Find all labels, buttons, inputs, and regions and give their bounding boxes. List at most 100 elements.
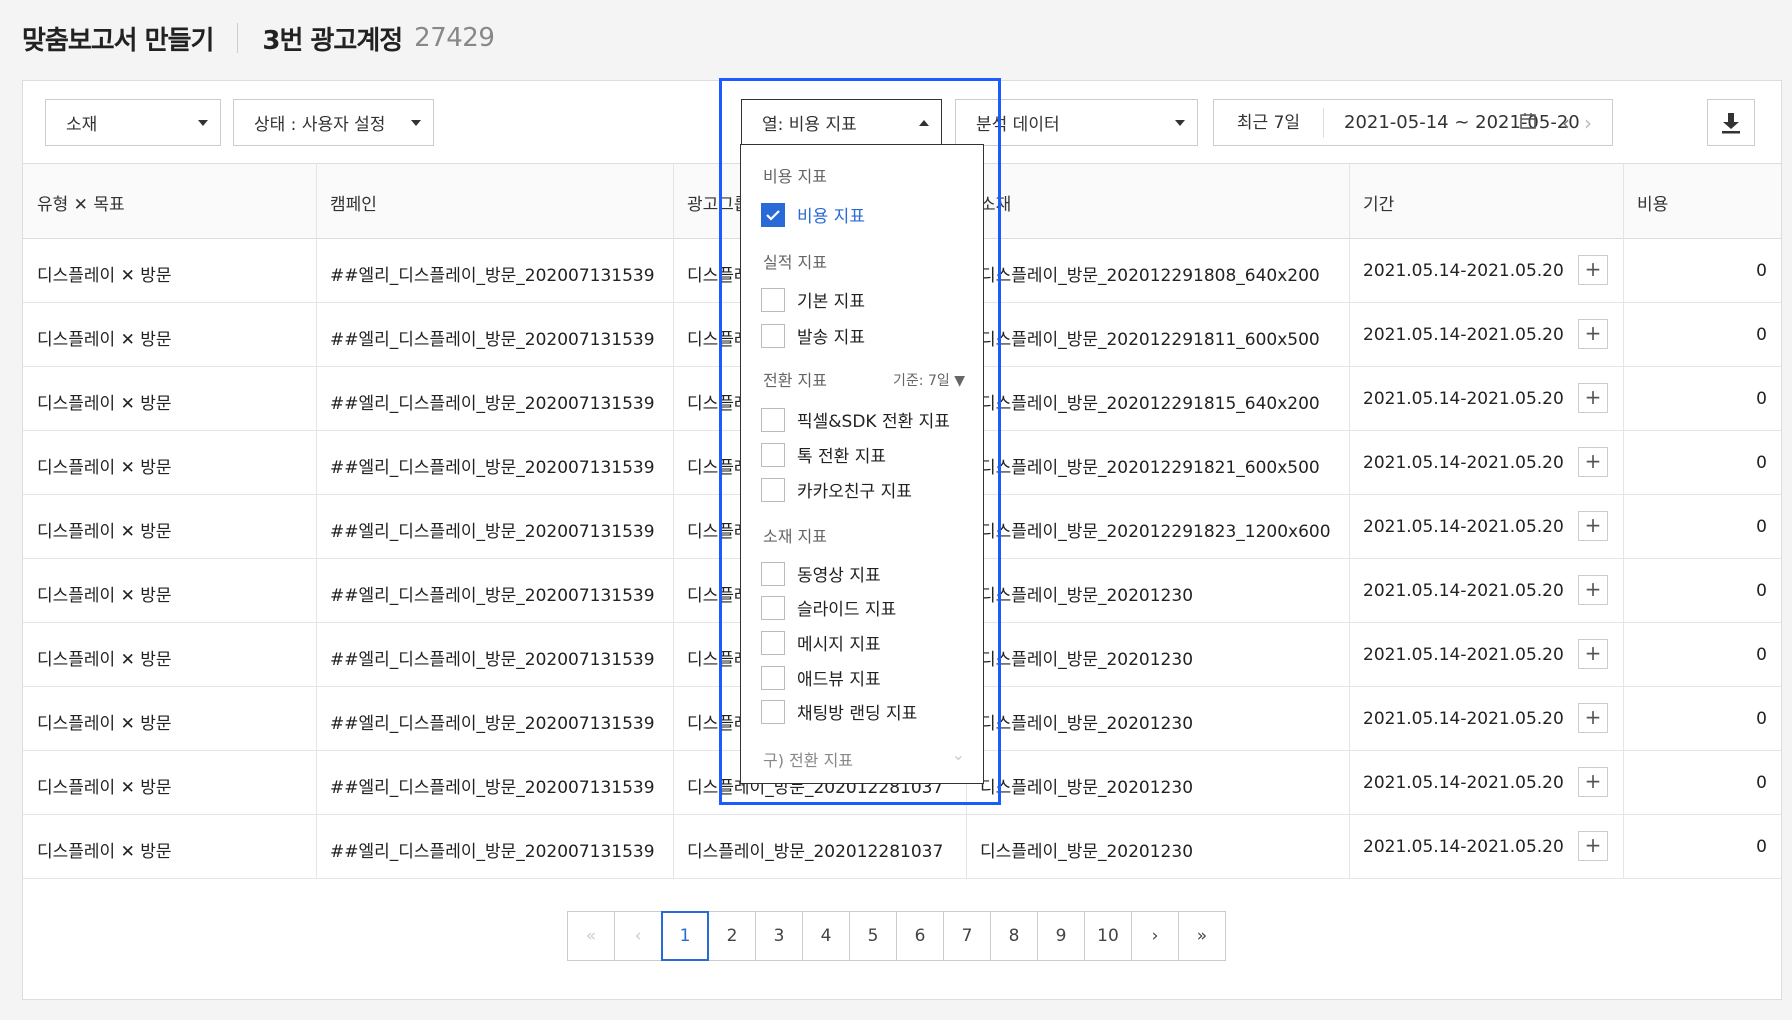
checkbox-talk[interactable]: 톡 전환 지표 bbox=[761, 442, 886, 467]
cell-campaign: ##엘리_디스플레이_방문_202007131539 bbox=[330, 714, 655, 734]
checkbox-checked[interactable] bbox=[761, 202, 785, 227]
date-range: 2021-05-14 ~ 2021-05-20 bbox=[1344, 112, 1580, 133]
checkbox[interactable] bbox=[761, 630, 785, 655]
checkbox-label: 픽셀&SDK 전환 지표 bbox=[797, 412, 950, 432]
page-button[interactable]: 2 bbox=[708, 911, 756, 961]
expand-period-button[interactable]: + bbox=[1578, 703, 1608, 733]
page-header: 맞춤보고서 만들기 3번 광고계정 27429 bbox=[22, 18, 495, 58]
next-page-button[interactable]: › bbox=[1131, 911, 1179, 961]
checkbox[interactable] bbox=[761, 442, 785, 467]
check-icon bbox=[766, 209, 780, 221]
checkbox[interactable] bbox=[761, 699, 785, 724]
expand-period-button[interactable]: + bbox=[1578, 447, 1608, 477]
checkbox-label: 기본 지표 bbox=[797, 292, 865, 312]
status-select[interactable]: 상태 : 사용자 설정 bbox=[233, 99, 434, 146]
table-row: 디스플레이 ✕ 방문 ##엘리_디스플레이_방문_202007131539 디스플레… bbox=[23, 815, 1781, 879]
cell-type: 디스플레이 ✕ 방문 bbox=[37, 330, 172, 350]
checkbox[interactable] bbox=[761, 595, 785, 620]
cell-campaign: ##엘리_디스플레이_방문_202007131539 bbox=[330, 522, 655, 542]
analysis-select[interactable]: 분석 데이터 bbox=[955, 99, 1198, 146]
pagination: « ‹ 1 2 3 4 5 6 7 8 9 10 › » bbox=[567, 911, 1226, 961]
chevron-left-icon[interactable]: ‹ bbox=[1562, 111, 1570, 135]
checkbox-basic[interactable]: 기본 지표 bbox=[761, 287, 865, 312]
column-divider bbox=[1623, 163, 1624, 879]
date-preset[interactable]: 최근 7일 bbox=[1214, 107, 1324, 138]
checkbox-adview[interactable]: 애드뷰 지표 bbox=[761, 665, 881, 690]
columns-select[interactable]: 열: 비용 지표 bbox=[741, 99, 942, 146]
cell-campaign: ##엘리_디스플레이_방문_202007131539 bbox=[330, 650, 655, 670]
checkbox-label: 메시지 지표 bbox=[797, 635, 881, 655]
checkbox[interactable] bbox=[761, 665, 785, 690]
cell-creative: 디스플레이_방문_202012291821_600x500 bbox=[980, 458, 1320, 478]
expand-period-button[interactable]: + bbox=[1578, 831, 1608, 861]
expand-period-button[interactable]: + bbox=[1578, 511, 1608, 541]
expand-period-button[interactable]: + bbox=[1578, 575, 1608, 605]
expand-period-button[interactable]: + bbox=[1578, 639, 1608, 669]
conversion-basis-select[interactable]: 기준: 7일 ▼ bbox=[893, 370, 965, 390]
checkbox[interactable] bbox=[761, 477, 785, 502]
level-select[interactable]: 소재 bbox=[45, 99, 221, 146]
cell-cost: 0 bbox=[1756, 837, 1767, 857]
column-header-period: 기간 bbox=[1363, 195, 1395, 215]
expand-period-button[interactable]: + bbox=[1578, 767, 1608, 797]
checkbox-slide[interactable]: 슬라이드 지표 bbox=[761, 595, 896, 620]
section-conversion: 전환 지표 bbox=[763, 371, 827, 390]
first-page-button[interactable]: « bbox=[567, 911, 615, 961]
cell-creative: 디스플레이_방문_202012291823_1200x600 bbox=[980, 522, 1331, 542]
cell-type: 디스플레이 ✕ 방문 bbox=[37, 842, 172, 862]
page-button[interactable]: 8 bbox=[990, 911, 1038, 961]
section-cost: 비용 지표 bbox=[763, 167, 827, 186]
cell-creative: 디스플레이_방문_202012291811_600x500 bbox=[980, 330, 1320, 350]
cell-period: 2021.05.14-2021.05.20 bbox=[1363, 453, 1564, 473]
cell-period: 2021.05.14-2021.05.20 bbox=[1363, 581, 1564, 601]
cell-creative: 디스플레이_방문_202012291815_640x200 bbox=[980, 394, 1320, 414]
checkbox[interactable] bbox=[761, 323, 785, 348]
chevron-right-icon[interactable]: › bbox=[1584, 111, 1592, 135]
checkbox-label: 채팅방 랜딩 지표 bbox=[797, 704, 918, 724]
cell-creative: 디스플레이_방문_20201230 bbox=[980, 650, 1194, 670]
date-range-picker[interactable]: 최근 7일 2021-05-14 ~ 2021-05-20 ‹ › bbox=[1213, 99, 1613, 146]
checkbox-label: 슬라이드 지표 bbox=[797, 600, 897, 620]
cell-type: 디스플레이 ✕ 방문 bbox=[37, 266, 172, 286]
last-page-button[interactable]: » bbox=[1178, 911, 1226, 961]
column-divider bbox=[673, 163, 674, 879]
page-button[interactable]: 5 bbox=[849, 911, 897, 961]
checkbox[interactable] bbox=[761, 407, 785, 432]
page-button[interactable]: 6 bbox=[896, 911, 944, 961]
cell-period: 2021.05.14-2021.05.20 bbox=[1363, 389, 1564, 409]
checkbox-send[interactable]: 발송 지표 bbox=[761, 323, 865, 348]
cell-period: 2021.05.14-2021.05.20 bbox=[1363, 325, 1564, 345]
checkbox-cost[interactable]: 비용 지표 bbox=[761, 202, 865, 227]
download-button[interactable] bbox=[1707, 99, 1755, 146]
column-header-cost: 비용 bbox=[1637, 195, 1669, 215]
expand-period-button[interactable]: + bbox=[1578, 319, 1608, 349]
checkbox-video[interactable]: 동영상 지표 bbox=[761, 561, 881, 586]
page-button[interactable]: 3 bbox=[755, 911, 803, 961]
checkbox-chat[interactable]: 채팅방 랜딩 지표 bbox=[761, 699, 917, 724]
account-id: 27429 bbox=[414, 23, 495, 53]
prev-page-button[interactable]: ‹ bbox=[614, 911, 662, 961]
checkbox-label: 카카오친구 지표 bbox=[797, 482, 912, 502]
page-button[interactable]: 10 bbox=[1084, 911, 1132, 961]
expand-period-button[interactable]: + bbox=[1578, 383, 1608, 413]
expand-period-button[interactable]: + bbox=[1578, 255, 1608, 285]
checkbox-message[interactable]: 메시지 지표 bbox=[761, 630, 881, 655]
cell-campaign: ##엘리_디스플레이_방문_202007131539 bbox=[330, 586, 655, 606]
section-old-conversion[interactable]: 구) 전환 지표 bbox=[763, 747, 853, 771]
chevron-down-icon bbox=[1175, 120, 1185, 126]
column-header-campaign: 캠페인 bbox=[330, 195, 377, 215]
analysis-select-label: 분석 데이터 bbox=[976, 115, 1060, 135]
checkbox[interactable] bbox=[761, 561, 785, 586]
cell-creative: 디스플레이_방문_20201230 bbox=[980, 778, 1194, 798]
checkbox[interactable] bbox=[761, 287, 785, 312]
chevron-down-icon[interactable]: ⌄ bbox=[952, 745, 965, 764]
checkbox-pixel[interactable]: 픽셀&SDK 전환 지표 bbox=[761, 407, 950, 432]
page-button[interactable]: 7 bbox=[943, 911, 991, 961]
page-button[interactable]: 9 bbox=[1037, 911, 1085, 961]
cell-type: 디스플레이 ✕ 방문 bbox=[37, 650, 172, 670]
calendar-icon[interactable] bbox=[1519, 112, 1537, 130]
checkbox-kakao[interactable]: 카카오친구 지표 bbox=[761, 477, 912, 502]
page-button[interactable]: 4 bbox=[802, 911, 850, 961]
basis-label: 기준: 7일 bbox=[893, 373, 950, 389]
page-button[interactable]: 1 bbox=[661, 911, 709, 961]
